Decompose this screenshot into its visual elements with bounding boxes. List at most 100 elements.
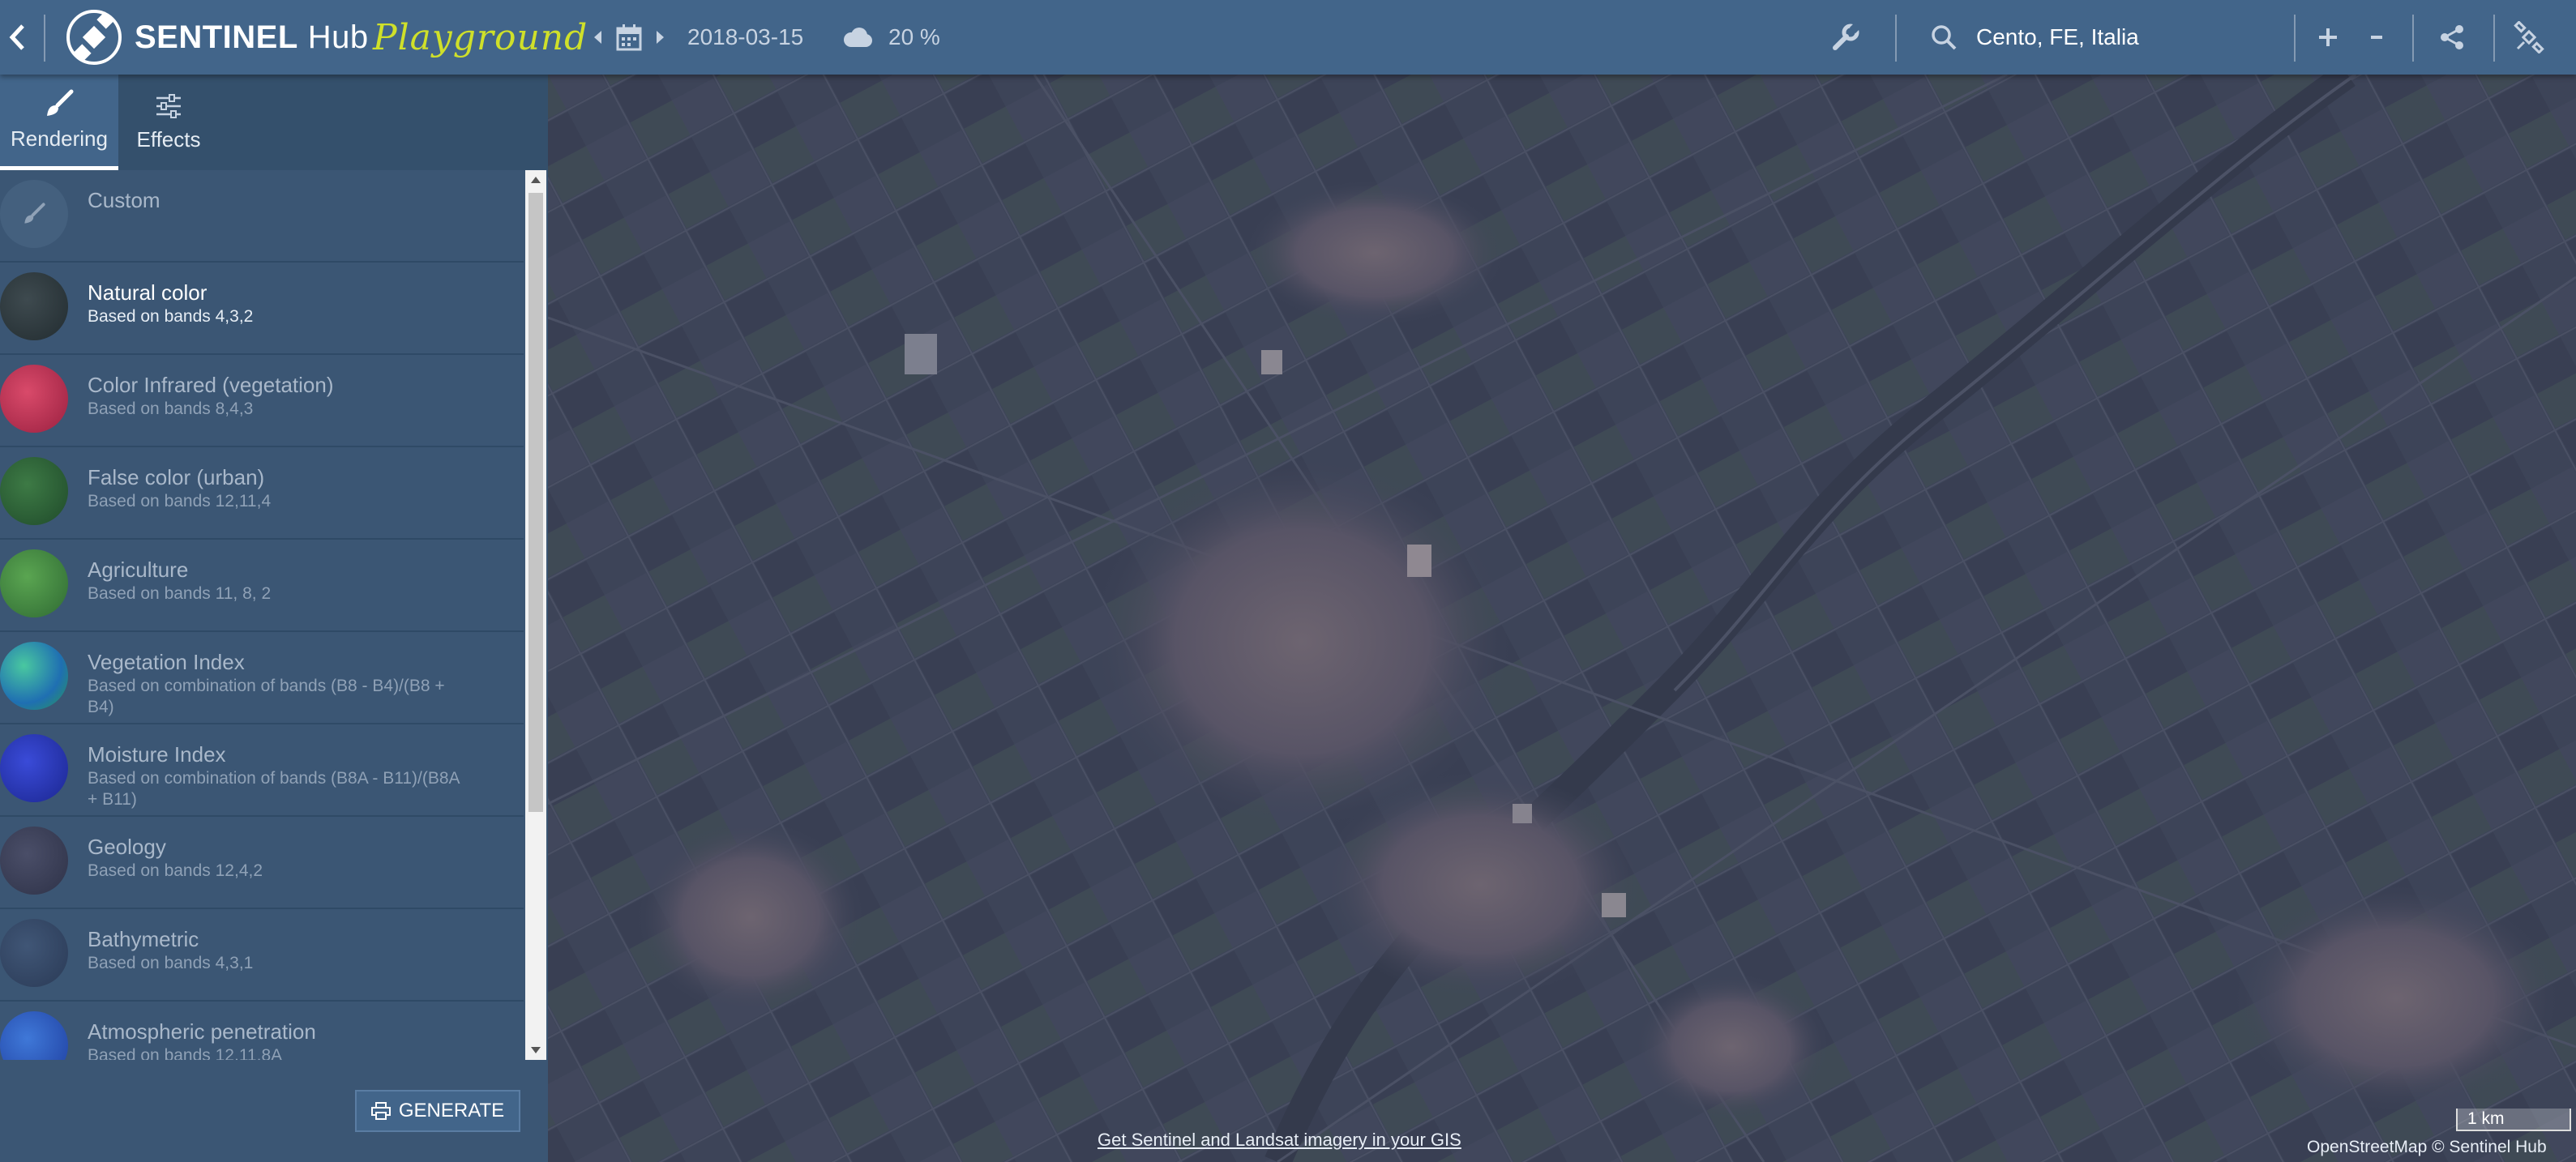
top-bar: SENTINELHub Playground 2018-03-15 20 % bbox=[0, 0, 2576, 75]
preset-name: Bathymetric bbox=[88, 927, 199, 951]
sliders-icon bbox=[156, 93, 181, 118]
satellite-settings-button[interactable] bbox=[2513, 0, 2545, 75]
satellite-map[interactable]: 1 km bbox=[548, 75, 2576, 1162]
brand-subtitle: Playground bbox=[373, 0, 588, 75]
preset-name: Natural color bbox=[88, 280, 208, 305]
tab-effects[interactable]: Effects bbox=[118, 75, 219, 170]
next-date-button[interactable] bbox=[655, 0, 666, 75]
preset-vegetation-index[interactable]: Vegetation Index Based on combination of… bbox=[0, 632, 524, 724]
panel-tabs: Rendering Effects bbox=[0, 75, 548, 170]
preset-false-color-urban[interactable]: False color (urban) Based on bands 12,11… bbox=[0, 447, 524, 540]
preset-description: Based on bands 12,4,2 bbox=[88, 861, 263, 880]
divider bbox=[2294, 15, 2296, 62]
brush-icon bbox=[47, 89, 74, 116]
preset-thumbnail bbox=[0, 457, 68, 525]
date-value: 2018-03-15 bbox=[687, 24, 804, 49]
cloud-icon bbox=[844, 28, 872, 47]
preset-color-infrared[interactable]: Color Infrared (vegetation) Based on ban… bbox=[0, 355, 524, 447]
divider bbox=[44, 15, 45, 62]
preset-thumbnail bbox=[0, 1011, 68, 1060]
map-attribution[interactable]: OpenStreetMap © Sentinel Hub bbox=[2307, 1138, 2547, 1157]
map-scale: 1 km bbox=[2456, 1109, 2571, 1131]
preset-description: Based on bands 12,11,4 bbox=[88, 492, 272, 511]
back-button[interactable] bbox=[8, 0, 32, 75]
preset-description: Based on bands 4,3,1 bbox=[88, 954, 254, 972]
preset-thumbnail bbox=[0, 642, 68, 710]
brand-hub: Hub bbox=[307, 19, 369, 55]
preset-description: Based on combination of bands (B8A - B11… bbox=[88, 769, 460, 809]
satellite-icon bbox=[2514, 21, 2544, 53]
scroll-down-icon[interactable] bbox=[531, 1047, 541, 1053]
wrench-icon bbox=[1833, 23, 1859, 50]
calendar-icon bbox=[616, 24, 642, 51]
cloud-coverage-value: 20 % bbox=[888, 0, 940, 75]
preset-moisture-index[interactable]: Moisture Index Based on combination of b… bbox=[0, 724, 524, 817]
preset-description: Based on combination of bands (B8 - B4)/… bbox=[88, 677, 445, 716]
caret-left-icon bbox=[594, 31, 601, 44]
generate-button[interactable]: GENERATE bbox=[355, 1090, 520, 1132]
preset-description: Based on bands 11, 8, 2 bbox=[88, 584, 272, 603]
preset-agriculture[interactable]: Agriculture Based on bands 11, 8, 2 bbox=[0, 540, 524, 632]
brand-sentinel: SENTINEL bbox=[135, 19, 298, 55]
zoom-out-button[interactable] bbox=[2368, 0, 2385, 75]
preset-name: Vegetation Index bbox=[88, 650, 245, 674]
divider bbox=[1895, 15, 1897, 62]
gis-promo-link[interactable]: Get Sentinel and Landsat imagery in your… bbox=[1098, 1130, 1461, 1151]
preset-description: Based on bands 8,4,3 bbox=[88, 399, 254, 418]
rendering-preset-list: Custom Natural color Based on bands 4,3,… bbox=[0, 170, 524, 1060]
preset-name: Geology bbox=[88, 835, 166, 859]
preset-thumbnail bbox=[0, 365, 68, 433]
satellite-imagery bbox=[548, 75, 2576, 1162]
tab-rendering[interactable]: Rendering bbox=[0, 75, 118, 170]
preset-bathymetric[interactable]: Bathymetric Based on bands 4,3,1 bbox=[0, 909, 524, 1002]
minus-icon bbox=[2371, 36, 2382, 39]
preset-thumbnail bbox=[0, 827, 68, 895]
brand bbox=[65, 0, 123, 75]
location-search-input[interactable]: Cento, FE, Italia bbox=[1976, 0, 2139, 75]
preset-name: False color (urban) bbox=[88, 465, 265, 489]
divider bbox=[2493, 15, 2495, 62]
search-value: Cento, FE, Italia bbox=[1976, 24, 2139, 49]
plus-icon bbox=[2319, 28, 2337, 46]
preset-list-scrollbar[interactable] bbox=[525, 170, 546, 1060]
preset-name: Agriculture bbox=[88, 558, 189, 582]
preset-thumbnail bbox=[0, 272, 68, 340]
tools-button[interactable] bbox=[1832, 0, 1859, 75]
search-button[interactable] bbox=[1931, 0, 1957, 75]
date-display[interactable]: 2018-03-15 bbox=[687, 0, 803, 75]
preset-natural-color[interactable]: Natural color Based on bands 4,3,2 bbox=[0, 263, 524, 355]
playground-label: Playground bbox=[373, 16, 588, 58]
preset-name: Moisture Index bbox=[88, 742, 226, 767]
preset-name: Atmospheric penetration bbox=[88, 1019, 316, 1044]
zoom-in-button[interactable] bbox=[2317, 0, 2339, 75]
scroll-up-icon[interactable] bbox=[531, 177, 541, 183]
preset-thumbnail bbox=[0, 549, 68, 617]
generate-label: GENERATE bbox=[398, 1100, 505, 1121]
preset-thumbnail bbox=[0, 734, 68, 802]
left-panel: Rendering Effects Custom Natural color B… bbox=[0, 75, 548, 1162]
preset-name: Color Infrared (vegetation) bbox=[88, 373, 334, 397]
preset-description: Based on bands 4,3,2 bbox=[88, 307, 254, 326]
printer-icon bbox=[370, 1102, 391, 1120]
preset-thumbnail bbox=[0, 919, 68, 987]
preset-geology[interactable]: Geology Based on bands 12,4,2 bbox=[0, 817, 524, 909]
cloud-percent: 20 % bbox=[888, 24, 940, 49]
preset-thumbnail bbox=[0, 180, 68, 248]
tab-rendering-label: Rendering bbox=[11, 126, 108, 151]
search-icon bbox=[1932, 25, 1957, 50]
preset-name: Custom bbox=[88, 188, 160, 212]
preset-atmospheric-penetration[interactable]: Atmospheric penetration Based on bands 1… bbox=[0, 1002, 524, 1060]
cloud-coverage-control[interactable] bbox=[841, 0, 872, 75]
brush-icon bbox=[24, 203, 45, 224]
satellite-logo-icon bbox=[66, 10, 122, 65]
share-button[interactable] bbox=[2438, 0, 2466, 75]
caret-right-icon bbox=[657, 31, 664, 44]
prev-date-button[interactable] bbox=[592, 0, 603, 75]
chevron-left-icon bbox=[9, 24, 24, 50]
calendar-button[interactable] bbox=[616, 0, 642, 75]
preset-custom[interactable]: Custom bbox=[0, 170, 524, 263]
brand-name: SENTINEL Hub bbox=[135, 0, 369, 75]
divider bbox=[2412, 15, 2414, 62]
preset-description: Based on bands 12,11,8A bbox=[88, 1046, 283, 1060]
scrollbar-thumb[interactable] bbox=[528, 193, 543, 812]
